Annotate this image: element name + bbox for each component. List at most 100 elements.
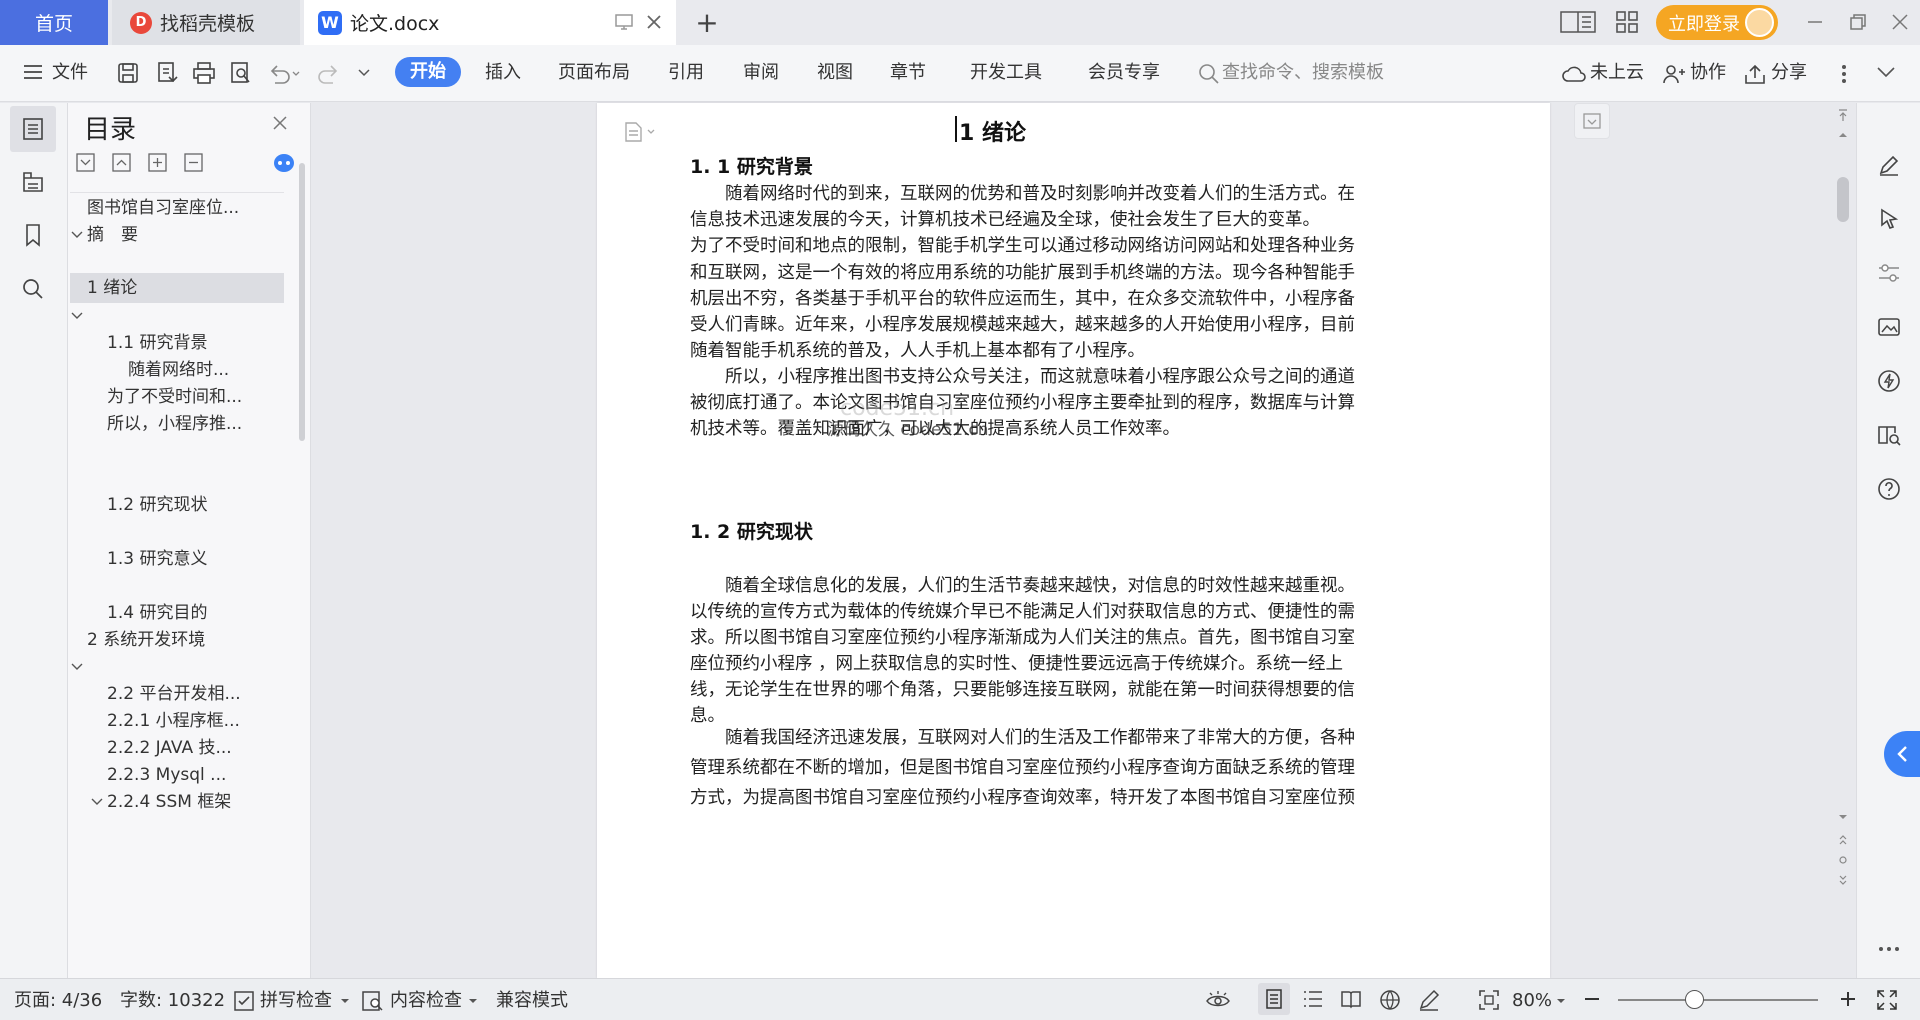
print-preview-icon[interactable]: [229, 61, 253, 85]
spellcheck-button[interactable]: 拼写检查: [260, 989, 332, 1013]
tab-review[interactable]: 审阅: [743, 59, 779, 87]
fullscreen-icon[interactable]: [1876, 989, 1898, 1011]
collapse-ribbon-icon[interactable]: [1876, 65, 1896, 79]
minimize-icon[interactable]: [1805, 12, 1825, 32]
chapter-nav-icon[interactable]: [21, 170, 45, 194]
scrollbar-thumb[interactable]: [1837, 177, 1849, 222]
write-mode-icon[interactable]: [1418, 989, 1440, 1011]
remove-heading-icon[interactable]: [184, 153, 203, 172]
tab-start[interactable]: 开始: [395, 57, 461, 87]
toc-item[interactable]: [70, 301, 284, 331]
eye-protection-icon[interactable]: [1205, 989, 1231, 1011]
toc-item[interactable]: 2 系统开发环境: [70, 625, 284, 655]
toc-scrollbar[interactable]: [299, 163, 305, 441]
tab-page-layout[interactable]: 页面布局: [558, 59, 630, 87]
outline-view-icon[interactable]: [1302, 989, 1324, 1009]
find-icon[interactable]: [21, 277, 45, 301]
cloud-status-button[interactable]: 未上云: [1590, 59, 1644, 87]
bookmark-icon[interactable]: [21, 223, 45, 247]
export-pdf-icon[interactable]: [155, 61, 179, 85]
quick-access-dropdown-icon[interactable]: [357, 67, 371, 79]
file-menu[interactable]: 文件: [52, 59, 88, 87]
hamburger-icon[interactable]: [22, 62, 44, 82]
toc-item[interactable]: 随着网络时...: [70, 355, 284, 385]
ai-assistant-icon[interactable]: [273, 153, 295, 173]
expand-sidebar-button[interactable]: [1884, 731, 1920, 777]
tab-references[interactable]: 引用: [668, 59, 704, 87]
print-icon[interactable]: [192, 61, 216, 85]
toc-item[interactable]: 2.2.3 Mysql ...: [70, 760, 284, 790]
fit-page-icon[interactable]: [1478, 989, 1500, 1011]
more-horizontal-icon[interactable]: [1877, 945, 1901, 953]
help-icon[interactable]: [1877, 477, 1901, 501]
pen-icon[interactable]: [1877, 153, 1901, 177]
save-icon[interactable]: [116, 61, 140, 85]
toc-nav-button[interactable]: [10, 106, 56, 152]
content-check-dropdown-icon[interactable]: [468, 997, 478, 1005]
toc-item[interactable]: [70, 652, 284, 682]
undo-icon[interactable]: [267, 61, 301, 85]
restore-icon[interactable]: [1848, 12, 1868, 32]
zoom-slider[interactable]: [1618, 999, 1818, 1001]
login-button[interactable]: 立即登录: [1656, 5, 1778, 40]
reading-mode-icon[interactable]: [1560, 10, 1596, 34]
toc-item[interactable]: 2.2.4 SSM 框架: [70, 787, 284, 817]
toc-item[interactable]: 1.1 研究背景: [70, 328, 284, 358]
image-tool-icon[interactable]: [1877, 315, 1901, 339]
tab-developer[interactable]: 开发工具: [970, 59, 1042, 87]
toc-item[interactable]: 1.2 研究现状: [70, 490, 284, 520]
command-search-input[interactable]: 查找命令、搜索模板: [1222, 59, 1384, 87]
close-panel-icon[interactable]: [272, 115, 288, 131]
close-tab-icon[interactable]: [644, 12, 664, 32]
tab-chapter[interactable]: 章节: [890, 59, 926, 87]
word-count[interactable]: 字数: 10322: [120, 989, 225, 1013]
toc-item[interactable]: 2.2.2 JAVA 技...: [70, 733, 284, 763]
page-view-button[interactable]: [1258, 983, 1290, 1015]
redo-icon[interactable]: [317, 61, 341, 85]
toc-item[interactable]: 所以，小程序推...: [70, 409, 284, 439]
new-tab-button[interactable]: +: [690, 0, 724, 45]
zoom-dropdown-icon[interactable]: [1556, 997, 1566, 1005]
apps-grid-icon[interactable]: [1615, 10, 1639, 34]
chevron-down-icon[interactable]: [90, 795, 104, 809]
toc-item[interactable]: 摘 要: [70, 220, 284, 250]
collapse-all-icon[interactable]: [112, 153, 131, 172]
adjust-sliders-icon[interactable]: [1877, 261, 1901, 285]
toc-item[interactable]: 1.3 研究意义: [70, 544, 284, 574]
tab-view[interactable]: 视图: [817, 59, 853, 87]
page-menu-icon[interactable]: [623, 121, 657, 143]
reading-search-icon[interactable]: [1877, 423, 1901, 447]
tab-template[interactable]: D 找稻壳模板: [112, 0, 300, 45]
add-heading-icon[interactable]: [148, 153, 167, 172]
toc-item-selected[interactable]: 1 绪论: [70, 273, 284, 303]
toc-item[interactable]: 图书馆自习室座位...: [70, 193, 284, 223]
toc-item[interactable]: 2.2.1 小程序框...: [70, 706, 284, 736]
tab-document[interactable]: W 论文.docx: [304, 0, 676, 45]
toc-item[interactable]: 1.4 研究目的: [70, 598, 284, 628]
close-window-icon[interactable]: [1890, 12, 1910, 32]
zoom-out-icon[interactable]: [1582, 989, 1602, 1009]
page-filter-button[interactable]: [1574, 103, 1610, 139]
chevron-down-icon[interactable]: [70, 309, 84, 323]
toc-item[interactable]: 为了不受时间和...: [70, 382, 284, 412]
chevron-down-icon[interactable]: [70, 660, 84, 674]
web-view-icon[interactable]: [1379, 989, 1401, 1011]
zoom-slider-handle[interactable]: [1685, 990, 1704, 1009]
zoom-level[interactable]: 80%: [1512, 989, 1552, 1013]
page-indicator[interactable]: 页面: 4/36: [14, 989, 102, 1013]
vertical-scrollbar[interactable]: [1834, 103, 1852, 978]
spellcheck-dropdown-icon[interactable]: [340, 997, 350, 1005]
expand-all-icon[interactable]: [76, 153, 95, 172]
tab-insert[interactable]: 插入: [485, 59, 521, 87]
document-page[interactable]: 1 绪论 1. 1 研究背景 随着网络时代的到来，互联网的优势和普及时刻影响并改…: [597, 103, 1550, 978]
more-vertical-icon[interactable]: [1840, 63, 1848, 85]
zoom-in-icon[interactable]: [1838, 989, 1858, 1009]
tab-home[interactable]: 首页: [0, 0, 108, 45]
chevron-down-icon[interactable]: [70, 228, 84, 242]
ai-lightning-icon[interactable]: [1877, 369, 1901, 393]
monitor-icon[interactable]: [614, 12, 634, 32]
toc-item[interactable]: 2.2 平台开发相...: [70, 679, 284, 709]
select-pointer-icon[interactable]: [1877, 207, 1901, 231]
content-check-button[interactable]: 内容检查: [390, 989, 462, 1013]
share-button[interactable]: 分享: [1771, 59, 1807, 87]
